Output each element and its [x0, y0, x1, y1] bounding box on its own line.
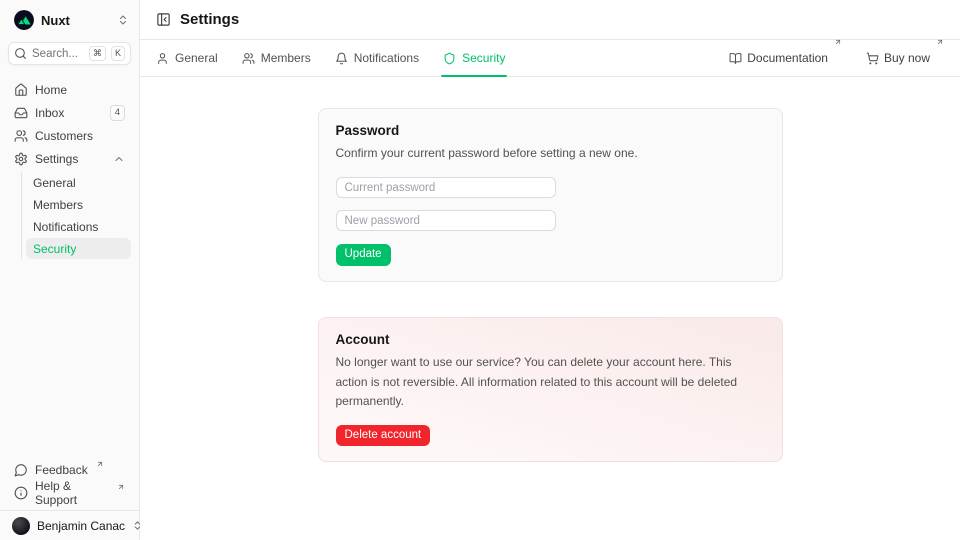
sidebar: Nuxt Search... ⌘ K Home	[0, 0, 140, 540]
tab-members[interactable]: Members	[242, 40, 311, 76]
user-name: Benjamin Canac	[37, 519, 125, 533]
sidebar-item-label: Inbox	[35, 106, 103, 120]
settings-security-content: Password Confirm your current password b…	[140, 77, 960, 540]
tabs-spacer	[529, 40, 705, 76]
buy-now-link[interactable]: Buy now	[866, 40, 944, 76]
password-card-title: Password	[336, 123, 765, 138]
tab-notifications[interactable]: Notifications	[335, 40, 419, 76]
buy-now-label: Buy now	[884, 51, 930, 65]
workspace-name: Nuxt	[41, 13, 110, 28]
help-support-link[interactable]: Help & Support	[8, 482, 131, 504]
account-card-title: Account	[336, 332, 765, 347]
sidebar-nav: Home Inbox 4 Customers Settings	[0, 69, 139, 261]
documentation-label: Documentation	[747, 51, 828, 65]
help-support-label: Help & Support	[35, 479, 109, 507]
tab-label: Security	[462, 51, 505, 65]
search-input[interactable]: Search... ⌘ K	[8, 42, 131, 65]
documentation-link[interactable]: Documentation	[729, 40, 842, 76]
avatar	[12, 517, 30, 535]
external-link-icon	[936, 38, 944, 46]
tab-security[interactable]: Security	[443, 40, 505, 76]
password-card-description: Confirm your current password before set…	[336, 144, 765, 163]
sidebar-footer: Feedback Help & Support	[0, 455, 139, 510]
book-open-icon	[729, 52, 742, 65]
sidebar-item-home[interactable]: Home	[8, 79, 131, 101]
sidebar-item-members[interactable]: Members	[26, 194, 131, 215]
inbox-icon	[14, 106, 28, 120]
tab-general[interactable]: General	[156, 40, 218, 76]
delete-account-button[interactable]: Delete account	[336, 425, 431, 447]
sidebar-item-security[interactable]: Security	[26, 238, 131, 259]
main-panel: Settings General Members Notifications	[140, 0, 960, 540]
feedback-link[interactable]: Feedback	[8, 459, 131, 481]
sidebar-item-settings[interactable]: Settings	[8, 148, 131, 170]
sidebar-item-notifications[interactable]: Notifications	[26, 216, 131, 237]
chevrons-up-down-icon	[117, 14, 129, 26]
house-icon	[14, 83, 28, 97]
account-card: Account No longer want to use our servic…	[318, 317, 783, 462]
external-link-icon	[96, 460, 104, 468]
chat-bubble-icon	[14, 463, 28, 477]
account-card-description: No longer want to use our service? You c…	[336, 353, 765, 411]
page-header: Settings	[140, 0, 960, 40]
chevron-up-icon	[113, 153, 125, 165]
info-circle-icon	[14, 486, 28, 500]
sidebar-item-label: Customers	[35, 129, 125, 143]
sidebar-item-customers[interactable]: Customers	[8, 125, 131, 147]
workspace-switcher[interactable]: Nuxt	[0, 0, 139, 36]
gear-icon	[14, 152, 28, 166]
settings-submenu: General Members Notifications Security	[21, 172, 131, 259]
kbd-k: K	[111, 46, 125, 61]
search-icon	[14, 47, 27, 60]
cart-icon	[866, 52, 879, 65]
users-icon	[242, 52, 255, 65]
nuxt-logo-icon	[14, 10, 34, 30]
update-password-button[interactable]: Update	[336, 244, 391, 266]
kbd-meta: ⌘	[89, 46, 106, 61]
sidebar-spacer	[0, 261, 139, 455]
external-link-icon	[834, 38, 842, 46]
new-password-field[interactable]	[336, 210, 556, 231]
app-window: Nuxt Search... ⌘ K Home	[0, 0, 960, 540]
users-icon	[14, 129, 28, 143]
sidebar-item-label: Settings	[35, 152, 106, 166]
shield-icon	[443, 52, 456, 65]
inbox-count-badge: 4	[110, 105, 125, 120]
bell-icon	[335, 52, 348, 65]
current-password-field[interactable]	[336, 177, 556, 198]
external-link-icon	[117, 483, 125, 491]
page-title: Settings	[180, 11, 239, 28]
search-placeholder: Search...	[32, 48, 84, 60]
sidebar-item-general[interactable]: General	[26, 172, 131, 193]
password-card: Password Confirm your current password b…	[318, 108, 783, 282]
user-icon	[156, 52, 169, 65]
tab-label: Members	[261, 51, 311, 65]
sidebar-item-label: Home	[35, 83, 125, 97]
panel-left-close-icon[interactable]	[156, 12, 171, 27]
user-menu[interactable]: Benjamin Canac	[0, 510, 139, 540]
feedback-label: Feedback	[35, 463, 88, 477]
tab-label: Notifications	[354, 51, 419, 65]
tab-label: General	[175, 51, 218, 65]
settings-tabs: General Members Notifications Security	[140, 40, 960, 77]
sidebar-item-inbox[interactable]: Inbox 4	[8, 102, 131, 124]
